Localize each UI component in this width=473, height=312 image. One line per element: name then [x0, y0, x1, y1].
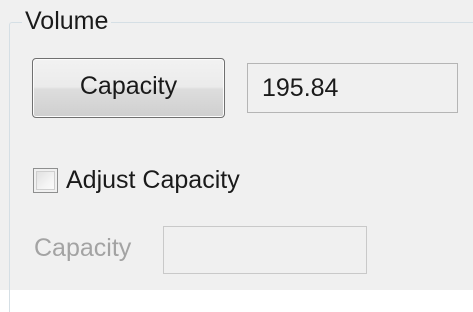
- adjusted-capacity-label: Capacity: [34, 234, 132, 262]
- adjust-capacity-checkbox[interactable]: [33, 167, 58, 193]
- adjust-capacity-label[interactable]: Adjust Capacity: [66, 166, 240, 194]
- adjust-capacity-option[interactable]: Adjust Capacity: [33, 166, 240, 194]
- capacity-value-field: 195.84: [247, 63, 458, 113]
- volume-panel: Volume Capacity 195.84 Adjust Capacity C…: [0, 0, 473, 312]
- volume-group-title: Volume: [22, 7, 112, 35]
- capacity-button[interactable]: Capacity: [32, 58, 225, 118]
- adjusted-capacity-input: [163, 226, 367, 274]
